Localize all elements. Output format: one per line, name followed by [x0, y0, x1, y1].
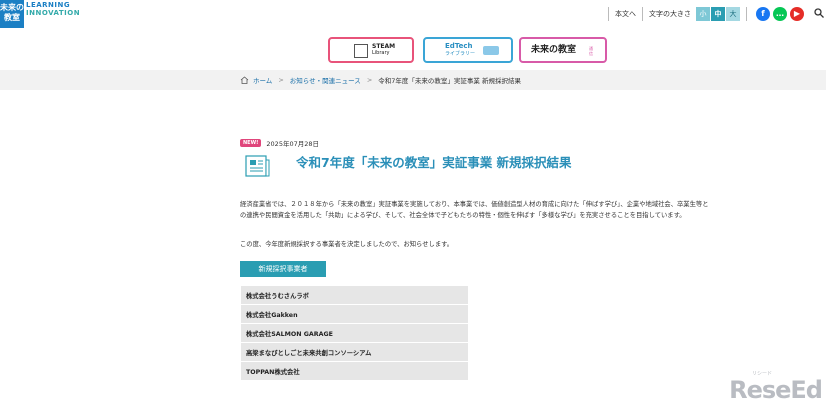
- company-name: 株式会社うむさんラボ: [240, 285, 469, 305]
- banner-edtech-subtitle: ライブラリー: [445, 51, 476, 57]
- font-size-large-button[interactable]: 大: [726, 7, 740, 21]
- page-title: 令和7年度「未来の教室」実証事業 新規採択結果: [296, 155, 572, 170]
- stack-icon: [483, 46, 499, 55]
- banner-steam-title: STEAM: [372, 43, 396, 50]
- table-row: TOPPAN株式会社: [240, 361, 469, 381]
- company-name: 株式会社SALMON GARAGE: [240, 323, 469, 343]
- table-row: 株式会社うむさんラボ: [240, 285, 469, 305]
- article-paragraph: この度、今年度新規採択する事業者を決定しましたので、お知らせします。: [240, 241, 454, 248]
- breadcrumb-separator: >: [278, 76, 284, 84]
- logo-text1: LEARNING: [26, 1, 71, 9]
- search-icon[interactable]: [814, 7, 824, 21]
- banner-mirai-title: 未来の教室: [531, 45, 577, 55]
- table-row: 株式会社SALMON GARAGE: [240, 323, 469, 343]
- breadcrumb-news-link[interactable]: お知らせ・関連ニュース: [290, 75, 361, 85]
- logo-line2: 教室: [4, 13, 20, 22]
- banner-mirai-subtitle: 通信: [589, 46, 593, 56]
- article: NEW! 2025年07月28日 令和7年度「未来の教室」実証事業 新規採択結果…: [240, 90, 710, 406]
- site-header: 未来の 教室 LEARNING INNOVATION 本文へ 文字の大きさ 小 …: [0, 0, 826, 28]
- company-name: 高梁まなびとしごと未来共創コンソーシアム: [240, 342, 469, 362]
- banner-edtech-title: EdTech: [445, 42, 473, 50]
- watermark-logo: ReseEd: [729, 376, 823, 404]
- logo-wordmark: LEARNING INNOVATION: [26, 1, 80, 17]
- header-utilities: 本文へ 文字の大きさ 小 中 大 f … ▶: [602, 0, 826, 28]
- article-paragraph: 経済産業省では、２０１８年から「未来の教室」実証事業を実施しており、本事業では、…: [240, 201, 709, 219]
- breadcrumb-trail: ホーム > お知らせ・関連ニュース > 令和7年度「未来の教室」実証事業 新規採…: [240, 70, 521, 90]
- font-size-small-button[interactable]: 小: [696, 7, 710, 21]
- site-logo[interactable]: 未来の 教室 LEARNING INNOVATION: [0, 0, 80, 28]
- line-icon[interactable]: …: [773, 7, 787, 21]
- edtech-library-banner[interactable]: EdTech ライブラリー: [423, 37, 513, 63]
- company-table: 株式会社うむさんラボ 株式会社Gakken 株式会社SALMON GARAGE …: [240, 285, 469, 381]
- steam-library-banner[interactable]: STEAM Library: [328, 37, 414, 63]
- home-icon[interactable]: [240, 76, 249, 84]
- font-size-label: 文字の大きさ: [649, 10, 691, 18]
- article-meta: NEW! 2025年07月28日: [240, 138, 319, 148]
- company-name: 株式会社Gakken: [240, 304, 469, 324]
- divider: [608, 7, 609, 21]
- article-date: 2025年07月28日: [266, 140, 319, 148]
- logo-line1: 未来の: [0, 3, 24, 12]
- logo-text2: INNOVATION: [26, 9, 81, 17]
- breadcrumb: ホーム > お知らせ・関連ニュース > 令和7年度「未来の教室」実証事業 新規採…: [0, 70, 826, 90]
- steam-library-icon: [354, 44, 368, 58]
- logo-mark: 未来の 教室: [0, 0, 24, 28]
- font-size-medium-button[interactable]: 中: [711, 7, 725, 21]
- banner-steam-subtitle: Library: [372, 50, 390, 56]
- table-row: 株式会社Gakken: [240, 304, 469, 324]
- company-name: TOPPAN株式会社: [240, 361, 469, 381]
- youtube-icon[interactable]: ▶: [790, 7, 804, 21]
- table-row: 高梁まなびとしごと未来共創コンソーシアム: [240, 342, 469, 362]
- skip-to-content-link[interactable]: 本文へ: [615, 9, 636, 19]
- divider: [642, 7, 643, 21]
- facebook-icon[interactable]: f: [756, 7, 770, 21]
- breadcrumb-home-link[interactable]: ホーム: [253, 75, 272, 85]
- banner-row: STEAM Library EdTech ライブラリー 未来の教室 通信: [0, 28, 826, 70]
- breadcrumb-current: 令和7年度「未来の教室」実証事業 新規採択結果: [378, 77, 521, 85]
- section-heading: 新規採択事業者: [240, 261, 326, 277]
- breadcrumb-separator: >: [366, 76, 373, 84]
- mirai-tsushin-banner[interactable]: 未来の教室 通信: [519, 37, 607, 63]
- divider: [746, 7, 747, 21]
- newspaper-icon: [242, 152, 272, 180]
- new-badge: NEW!: [240, 139, 262, 147]
